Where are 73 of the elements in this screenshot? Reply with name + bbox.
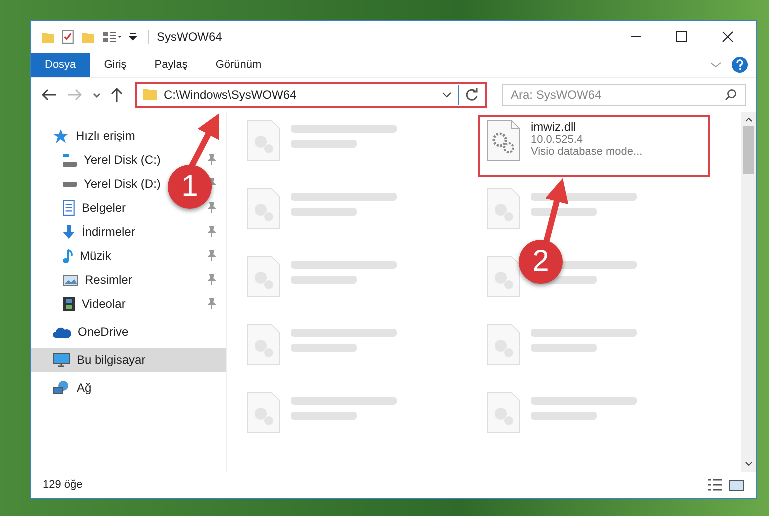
view-options-icon bbox=[102, 31, 122, 43]
folder-icon bbox=[81, 32, 95, 42]
file-icon bbox=[247, 188, 281, 230]
sidebar-item[interactable]: Hızlı erişim bbox=[31, 124, 226, 148]
search-icon bbox=[725, 89, 737, 101]
file-icon bbox=[247, 256, 281, 298]
sidebar-item[interactable]: İndirmeler bbox=[31, 220, 136, 244]
ribbon-tab[interactable]: Dosya bbox=[31, 53, 90, 77]
pin-icon[interactable] bbox=[208, 202, 216, 214]
scroll-thumb[interactable] bbox=[743, 126, 754, 174]
minimize-icon[interactable] bbox=[630, 36, 642, 38]
ribbon-tab[interactable]: Görünüm bbox=[202, 53, 276, 77]
caret-icon[interactable] bbox=[93, 92, 101, 98]
computer-icon bbox=[53, 353, 70, 367]
file-icon bbox=[487, 188, 521, 230]
film-icon bbox=[63, 297, 75, 311]
folder-icon bbox=[143, 89, 158, 101]
picture-icon bbox=[63, 274, 78, 286]
network-icon bbox=[53, 381, 70, 395]
file-icon bbox=[247, 120, 281, 162]
file-icon bbox=[247, 392, 281, 434]
drive-icon bbox=[63, 182, 77, 186]
address-bar[interactable]: C:\Windows\SysWOW64 bbox=[135, 82, 487, 108]
properties-icon bbox=[62, 30, 74, 44]
help-icon[interactable] bbox=[732, 57, 748, 73]
music-note-icon bbox=[63, 248, 73, 264]
folder-icon bbox=[41, 32, 55, 42]
close-icon[interactable] bbox=[722, 31, 734, 43]
details-view-icon[interactable] bbox=[708, 479, 723, 491]
sidebar-item[interactable]: Videolar bbox=[31, 292, 126, 316]
back-arrow-icon[interactable] bbox=[41, 89, 57, 101]
file-detail: Visio database mode... bbox=[531, 146, 643, 158]
up-arrow-icon[interactable] bbox=[111, 88, 123, 102]
sidebar-item[interactable]: Yerel Disk (D:) bbox=[31, 172, 161, 196]
sidebar-item[interactable]: OneDrive bbox=[31, 320, 226, 344]
chevron-down-icon[interactable] bbox=[710, 62, 722, 68]
search-field[interactable]: Ara: SysWOW64 bbox=[502, 84, 746, 106]
pin-icon[interactable] bbox=[208, 274, 216, 286]
window-title: SysWOW64 bbox=[148, 30, 222, 44]
sidebar-item[interactable]: Resimler bbox=[31, 268, 132, 292]
ribbon-tab[interactable]: Paylaş bbox=[140, 53, 202, 77]
refresh-icon[interactable] bbox=[465, 88, 479, 102]
cloud-icon bbox=[53, 326, 71, 338]
sidebar-item[interactable]: Yerel Disk (C:) bbox=[31, 148, 161, 172]
document-icon bbox=[63, 200, 75, 216]
file-icon bbox=[487, 256, 521, 298]
scroll-up-icon[interactable] bbox=[744, 118, 752, 122]
pin-icon[interactable] bbox=[208, 250, 216, 262]
pin-icon[interactable] bbox=[208, 298, 216, 310]
sidebar-item[interactable]: Belgeler bbox=[31, 196, 126, 220]
large-icons-view-icon[interactable] bbox=[729, 480, 744, 490]
star-icon bbox=[53, 128, 69, 144]
drive-icon bbox=[63, 154, 77, 166]
scroll-down-icon[interactable] bbox=[744, 462, 752, 466]
download-arrow-icon bbox=[63, 225, 75, 239]
item-count: 129 öğe bbox=[43, 479, 83, 491]
maximize-icon[interactable] bbox=[676, 31, 688, 43]
dropdown-icon[interactable] bbox=[129, 33, 137, 41]
file-detail: 10.0.525.4 bbox=[531, 134, 584, 146]
sidebar-item[interactable]: Bu bilgisayar bbox=[31, 348, 226, 372]
pin-icon[interactable] bbox=[208, 226, 216, 238]
file-icon bbox=[487, 324, 521, 366]
pin-icon[interactable] bbox=[208, 154, 216, 166]
file-name: imwiz.dll bbox=[531, 120, 578, 134]
sidebar-item[interactable]: Müzik bbox=[31, 244, 112, 268]
file-item[interactable]: imwiz.dll 10.0.525.4 Visio database mode... bbox=[481, 118, 707, 174]
file-icon bbox=[487, 392, 521, 434]
sidebar-item[interactable]: Ağ bbox=[31, 376, 226, 400]
file-icon bbox=[247, 324, 281, 366]
scrollbar[interactable] bbox=[741, 112, 756, 472]
gear-file-icon bbox=[487, 120, 521, 162]
caret-icon[interactable] bbox=[442, 92, 452, 98]
ribbon-tab[interactable]: Giriş bbox=[90, 53, 141, 77]
